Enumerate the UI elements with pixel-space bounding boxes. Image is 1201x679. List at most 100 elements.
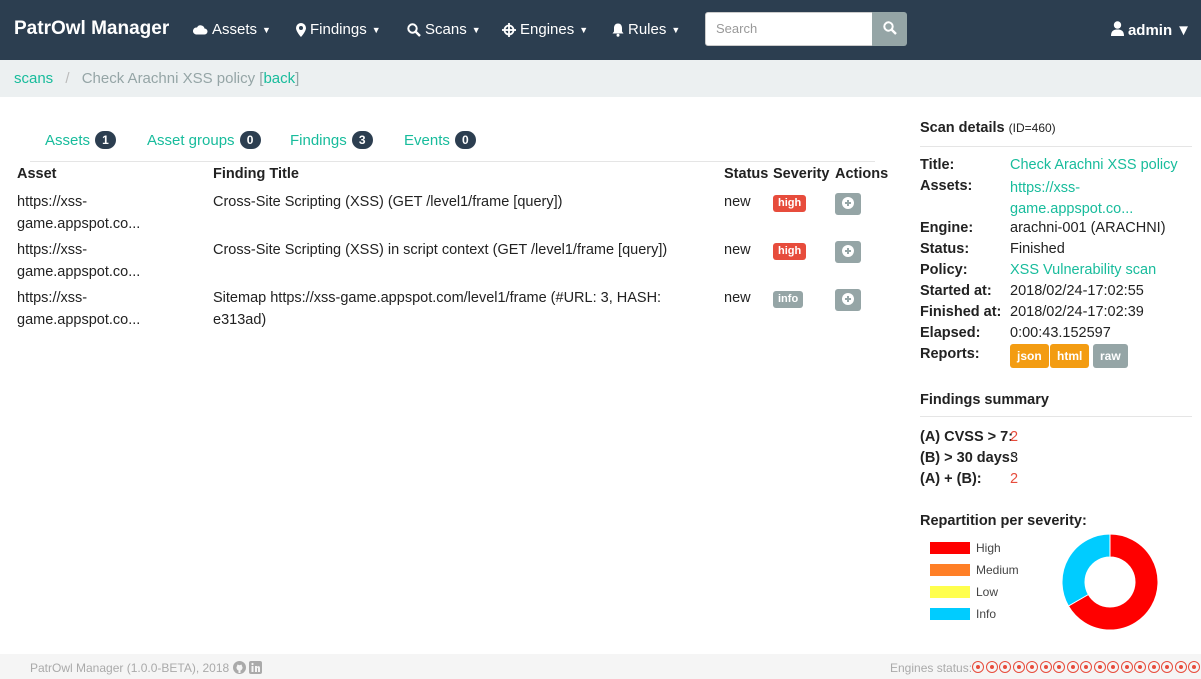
tab-assets-label: Assets: [45, 131, 91, 149]
tab-asset-groups[interactable]: Asset groups 0: [147, 131, 261, 149]
days-label: (B) > 30 days:: [920, 450, 1015, 466]
nav-findings-menu[interactable]: Findings ▼: [296, 21, 381, 38]
col-header-actions: Actions: [835, 166, 889, 182]
engine-status-dot[interactable]: [985, 661, 998, 673]
col-header-asset[interactable]: Asset: [17, 166, 57, 182]
engine-status-dot[interactable]: [1120, 661, 1133, 673]
caret-down-icon: ▼: [371, 24, 381, 35]
github-icon[interactable]: [232, 661, 246, 677]
nav-assets-menu[interactable]: Assets ▼: [192, 21, 271, 38]
engine-status-dot[interactable]: [999, 661, 1011, 673]
legend-label-medium: Medium: [976, 563, 1019, 577]
legend-label-info: Info: [976, 607, 997, 621]
tab-events[interactable]: Events 0: [404, 131, 476, 149]
asset-line: https://xss-: [17, 290, 88, 306]
legend-swatch-high: [930, 542, 970, 554]
finding-title-link[interactable]: Cross-Site Scripting (XSS) (GET /level1/…: [213, 191, 562, 213]
finding-title-link[interactable]: Cross-Site Scripting (XSS) in script con…: [213, 239, 667, 261]
ab-label: (A) + (B):: [920, 471, 982, 487]
col-header-severity[interactable]: Severity: [773, 166, 829, 182]
engine-status-dot[interactable]: [1066, 661, 1079, 673]
finished-value: 2018/02/24-17:02:39: [1010, 304, 1144, 320]
footer-version: PatrOwl Manager (1.0.0-BETA), 2018: [30, 661, 262, 677]
report-json-button[interactable]: json: [1010, 344, 1049, 368]
asset-line: https://xss-: [17, 194, 88, 210]
col-header-status[interactable]: Status: [724, 166, 768, 182]
engine-status-dot[interactable]: [1039, 661, 1052, 673]
donut-slice-info[interactable]: [1061, 533, 1111, 607]
user-menu[interactable]: admin ▼: [1110, 21, 1191, 40]
engine-status-dot[interactable]: [1188, 661, 1200, 673]
caret-down-icon: ▼: [471, 24, 481, 35]
policy-link[interactable]: XSS Vulnerability scan: [1010, 262, 1156, 278]
engine-status-dot[interactable]: [1080, 661, 1092, 673]
row-actions-button[interactable]: [835, 241, 861, 263]
asset-line: game.appspot.co...: [17, 264, 141, 280]
scan-details-heading: Scan details (ID=460): [920, 120, 1056, 136]
col-header-title[interactable]: Finding Title: [213, 166, 299, 182]
asset-cell[interactable]: https://xss-game.appspot.co...: [17, 239, 140, 283]
engine-status-dot[interactable]: [1093, 661, 1106, 673]
caret-down-icon: ▼: [1176, 22, 1191, 39]
started-value: 2018/02/24-17:02:55: [1010, 283, 1144, 299]
status-cell: new: [724, 290, 751, 306]
back-link[interactable]: back: [263, 70, 295, 87]
title-line: e313ad): [213, 312, 267, 328]
engine-status-dot[interactable]: [1107, 661, 1119, 673]
title-label: Title:: [920, 157, 955, 173]
linkedin-icon[interactable]: [248, 661, 262, 677]
top-navbar: PatrOwl Manager Assets ▼ Findings ▼ Scans ▼…: [0, 0, 1201, 60]
report-html-button[interactable]: html: [1050, 344, 1090, 368]
tab-events-label: Events: [404, 131, 450, 149]
engine-status-dot[interactable]: [1161, 661, 1173, 673]
engine-label: Engine:: [920, 220, 974, 236]
tab-asset-groups-label: Asset groups: [147, 131, 235, 149]
nav-engines-menu[interactable]: Engines ▼: [502, 21, 588, 38]
nav-assets-label: Assets: [212, 21, 258, 38]
legend-swatch-low: [930, 586, 970, 598]
tab-findings[interactable]: Findings 3: [290, 131, 373, 149]
scan-asset-link[interactable]: https://xss-game.appspot.co...: [1010, 178, 1133, 220]
map-marker-icon: [296, 22, 306, 37]
engine-status-dot[interactable]: [1012, 661, 1025, 673]
severity-badge: info: [773, 291, 804, 308]
status-cell: new: [724, 242, 751, 258]
engine-status-dot[interactable]: [1147, 661, 1160, 673]
scan-id-note: (ID=460): [1008, 121, 1056, 135]
plus-circle-icon: [842, 292, 854, 308]
engine-status-dot[interactable]: [972, 661, 984, 673]
nav-rules-menu[interactable]: Rules ▼: [612, 21, 680, 38]
tab-assets[interactable]: Assets 1: [45, 131, 117, 149]
started-label: Started at:: [920, 283, 992, 299]
engine-status-dot[interactable]: [1026, 661, 1038, 673]
plus-circle-icon: [842, 196, 854, 212]
severity-heading: Repartition per severity:: [920, 513, 1087, 529]
caret-down-icon: ▼: [262, 24, 271, 35]
user-icon: [1110, 21, 1124, 40]
asset-cell[interactable]: https://xss-game.appspot.co...: [17, 191, 140, 235]
search-input[interactable]: Search: [705, 12, 873, 46]
tab-asset-groups-count: 0: [239, 131, 261, 149]
breadcrumb-scans-link[interactable]: scans: [14, 70, 53, 87]
caret-down-icon: ▼: [579, 24, 589, 35]
breadcrumb: scans / Check Arachni XSS policy [back]: [0, 60, 1201, 97]
cvss-count-link[interactable]: 2: [1010, 429, 1018, 445]
cloud-icon: [192, 24, 208, 35]
finding-title-link[interactable]: Sitemap https://xss-game.appspot.com/lev…: [213, 287, 661, 331]
nav-scans-menu[interactable]: Scans ▼: [407, 21, 481, 38]
days-count: 3: [1010, 450, 1019, 466]
search-button[interactable]: [872, 12, 907, 46]
scan-title-link[interactable]: Check Arachni XSS policy: [1010, 157, 1178, 173]
engine-status-dot[interactable]: [1134, 661, 1146, 673]
ab-count-link[interactable]: 2: [1010, 471, 1018, 487]
row-actions-button[interactable]: [835, 193, 861, 215]
asset-cell[interactable]: https://xss-game.appspot.co...: [17, 287, 140, 331]
report-raw-button[interactable]: raw: [1093, 344, 1128, 368]
legend-swatch-medium: [930, 564, 970, 576]
engine-status-dot[interactable]: [1174, 661, 1187, 673]
row-actions-button[interactable]: [835, 289, 861, 311]
brand-logo[interactable]: PatrOwl Manager: [14, 18, 169, 40]
engine-status-dot[interactable]: [1053, 661, 1065, 673]
engines-status-label: Engines status:: [890, 661, 973, 675]
asset-line: https://xss-: [17, 242, 88, 258]
